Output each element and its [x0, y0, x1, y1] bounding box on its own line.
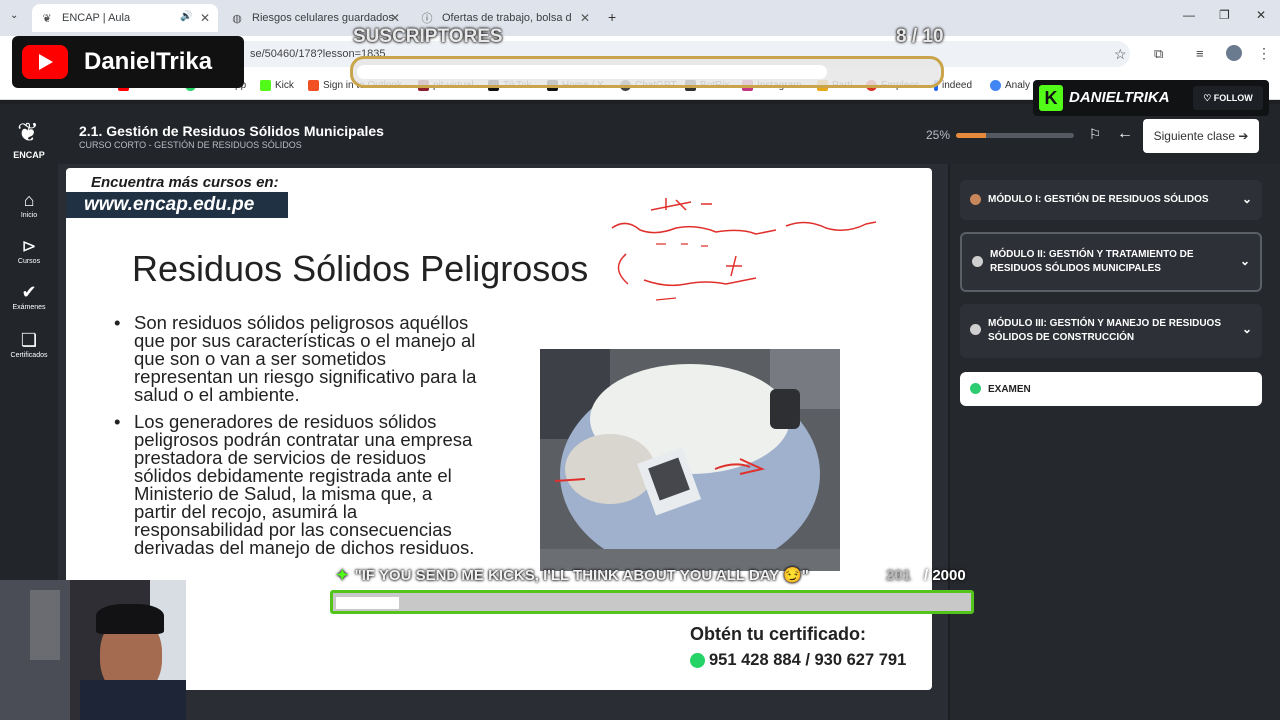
status-dot-icon [972, 256, 983, 267]
kicks-count: 201 [886, 567, 912, 584]
kicks-goal-message: ✦ "IF YOU SEND ME KICKS, I'LL THINK ABOU… [336, 567, 809, 584]
course-progress-bar [956, 133, 1074, 138]
kick-follow-button[interactable]: ♡ FOLLOW [1193, 86, 1263, 110]
check-icon: ✔ [21, 282, 37, 302]
module-1[interactable]: MÓDULO I: GESTIÓN DE RESIDUOS SÓLIDOS ⌄ [960, 180, 1262, 220]
sidebar-item-inicio[interactable]: ⌂ Inicio [0, 190, 58, 219]
exam-item[interactable]: EXAMEN [960, 372, 1262, 406]
extensions-icon[interactable]: ⧉ [1154, 46, 1163, 62]
certificate-title: Obtén tu certificado: [690, 624, 867, 644]
new-tab-icon[interactable]: + [608, 9, 616, 25]
kick-overlay: K DANIELTRIKA ♡ FOLLOW [1033, 80, 1269, 116]
tab-title: Ofertas de trabajo, bolsa de tra [442, 12, 572, 24]
hazardous-waste-photo [540, 349, 840, 571]
check-circle-icon [970, 383, 981, 394]
tab-list-chevron-icon[interactable]: ⌄ [10, 10, 18, 21]
certificate-phones: 951 428 884 / 930 627 791 [690, 651, 906, 670]
kicks-goal: / 2000 [924, 567, 966, 584]
bookmark-icon: ❏ [20, 330, 38, 350]
progress-percent: 25% [926, 128, 951, 142]
youtube-channel-name: DanielTrika [84, 48, 213, 75]
completed-check-icon [970, 194, 981, 205]
webcam-feed [0, 580, 186, 720]
tab-close-icon[interactable]: ✕ [390, 11, 400, 25]
bullet-2: • Los generadores de residuos sólidos pe… [114, 412, 494, 558]
analytics-icon [990, 80, 1001, 91]
profile-avatar[interactable] [1226, 45, 1242, 61]
kick-icon [260, 80, 271, 91]
tab-title: Riesgos celulares guardados [252, 12, 394, 24]
course-subtitle: CURSO CORTO - GESTIÓN DE RESIDUOS SÓLIDO… [79, 140, 302, 150]
whatsapp-icon [690, 653, 705, 668]
play-icon: ⊳ [21, 236, 37, 256]
subscribers-count: 8 / 10 [896, 26, 944, 47]
youtube-overlay: DanielTrika [12, 36, 244, 88]
banner-url: www.encap.edu.pe [84, 194, 255, 215]
next-lesson-button[interactable]: Siguiente clase ➔ [1143, 119, 1259, 153]
globe-icon: ◍ [232, 12, 242, 25]
tab-title: ENCAP | Aula [62, 12, 131, 24]
tab-encap[interactable]: ❦ ENCAP | Aula 🔊 ✕ [32, 4, 218, 32]
home-icon: ⌂ [23, 190, 35, 210]
sidebar-item-certificados[interactable]: ❏ Certificados [0, 330, 58, 359]
bullet-line: salud o el ambiente. [134, 384, 300, 405]
back-arrow-icon[interactable]: ← [1113, 122, 1137, 146]
slide-title: Residuos Sólidos Peligrosos [132, 248, 589, 289]
sparkle-icon: ✦ [336, 567, 349, 584]
banner-line1: Encuentra más cursos en: [91, 174, 279, 191]
speaker-icon[interactable]: 🔊 [180, 11, 192, 22]
module-2[interactable]: MÓDULO II: GESTIÓN Y TRATAMIENTO DE RESI… [960, 232, 1262, 292]
encap-favicon-icon: ❦ [42, 12, 52, 25]
brand-label: ENCAP [13, 150, 45, 160]
kicks-goal-bar [330, 590, 974, 614]
bullet-line: derivadas del manejo de dichos residuos. [134, 537, 475, 558]
minimize-icon[interactable]: — [1183, 8, 1195, 22]
tab-close-icon[interactable]: ✕ [580, 11, 590, 25]
sidebar-item-cursos[interactable]: ⊳ Cursos [0, 236, 58, 265]
flag-icon[interactable]: ⚐ [1083, 122, 1107, 146]
star-icon[interactable]: ☆ [1114, 46, 1127, 63]
lesson-title: 2.1. Gestión de Residuos Sólidos Municip… [79, 123, 384, 139]
site-banner: Encuentra más cursos en: www.encap.edu.p… [66, 170, 288, 220]
chevron-down-icon[interactable]: ⌄ [1242, 192, 1252, 206]
media-icon[interactable]: ≡ [1196, 46, 1204, 61]
bookmark-kick[interactable]: Kick [260, 80, 294, 91]
sidebar-item-examenes[interactable]: ✔ Exámenes [0, 282, 58, 311]
kicks-goal-fill [336, 597, 399, 609]
info-icon: ⓘ [421, 13, 433, 25]
subscribers-label: SUSCRIPTORES [353, 26, 503, 47]
kick-logo-icon: K [1039, 85, 1063, 111]
youtube-logo-icon [22, 45, 68, 79]
tab-close-icon[interactable]: ✕ [200, 11, 210, 25]
restore-icon[interactable]: ❐ [1219, 8, 1230, 22]
banner-url-bg: www.encap.edu.pe [66, 192, 288, 218]
course-progress-fill [956, 133, 986, 138]
browser-tab-bar: ⌄ ❦ ENCAP | Aula 🔊 ✕ ◍ Riesgos celulares… [0, 0, 1280, 36]
status-dot-icon [970, 324, 981, 335]
chevron-down-icon[interactable]: ⌄ [1242, 322, 1252, 336]
handwritten-annotation [611, 198, 877, 301]
subscribers-goal-fill [357, 65, 827, 79]
bullet-1: • Son residuos sólidos peligrosos aquéll… [114, 313, 494, 405]
subscribers-goal-bar [350, 56, 944, 88]
bookmark-analytics[interactable]: Analy [990, 80, 1030, 91]
microsoft-icon [308, 80, 319, 91]
encap-logo-icon: ❦ [17, 117, 39, 147]
kick-channel-name: DANIELTRIKA [1069, 89, 1170, 106]
close-window-icon[interactable]: ✕ [1256, 8, 1266, 22]
module-3[interactable]: MÓDULO III: GESTIÓN Y MANEJO DE RESIDUOS… [960, 304, 1262, 358]
chevron-down-icon[interactable]: ⌄ [1240, 254, 1250, 268]
menu-kebab-icon[interactable]: ⋮ [1257, 45, 1271, 62]
